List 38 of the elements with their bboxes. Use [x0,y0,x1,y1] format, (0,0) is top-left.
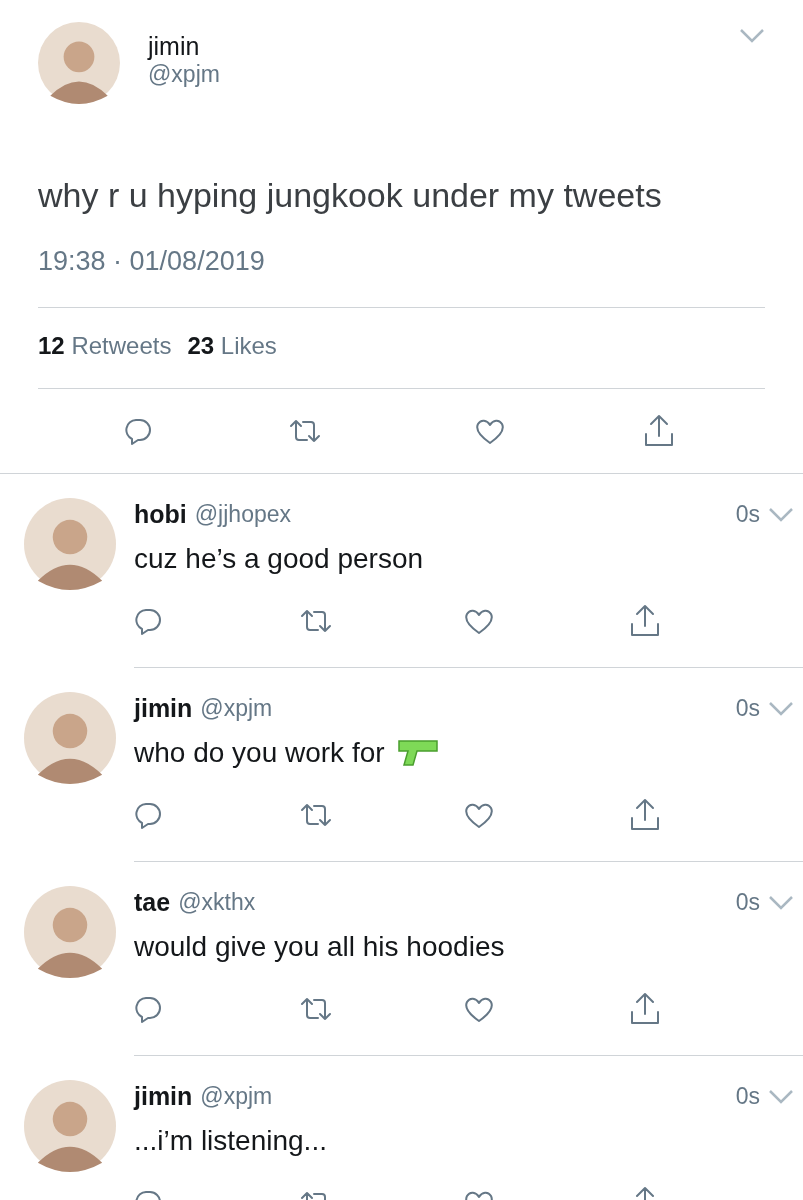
reply-author-name[interactable]: jimin [134,694,193,723]
reply-icon[interactable] [134,607,162,635]
reply-text: would give you all his hoodies [134,931,505,963]
heart-icon[interactable] [474,417,505,445]
tweet-text: why r u hyping jungkook under my tweets [38,175,663,216]
retweet-icon[interactable] [299,802,333,828]
reply-author-handle: @xpjm [200,695,273,722]
retweet-icon[interactable] [288,418,323,444]
reply-time: 0s [735,501,760,528]
timestamp: 19:38 · 01/08/2019 [38,246,765,308]
heart-icon[interactable] [464,607,494,635]
reply-icon[interactable] [124,417,152,445]
reply-icon[interactable] [134,801,162,829]
share-icon[interactable] [629,992,661,1026]
reply-time: 0s [735,695,760,722]
retweet-icon[interactable] [299,608,333,634]
reply-author-name[interactable]: hobi [134,500,187,529]
reply-time: 0s [735,889,760,916]
reply-author-handle: @xpjm [200,1083,273,1110]
reply-author-handle: @xkthx [178,889,256,916]
share-icon[interactable] [642,414,675,448]
stat-link[interactable]: 23 Likes [187,332,277,360]
reply-author-name[interactable]: jimin [134,1082,193,1111]
author-name[interactable]: jimin [148,32,711,61]
reply-time: 0s [735,1083,760,1110]
reply-text: cuz he’s a good person [134,543,424,575]
reply-author-name[interactable]: tae [134,888,171,917]
retweet-icon[interactable] [299,996,333,1022]
reply-text: who do you work for [134,737,385,769]
heart-icon[interactable] [464,801,494,829]
share-icon[interactable] [629,798,661,832]
author-handle: @xpjm [148,61,221,88]
reply-icon[interactable] [134,995,162,1023]
stat-link[interactable]: 12 Retweets [38,332,172,360]
reply-text: ...i’m listening... [134,1125,327,1157]
share-icon[interactable] [629,604,661,638]
reply-author-handle: @jjhopex [194,501,291,528]
heart-icon[interactable] [464,995,494,1023]
